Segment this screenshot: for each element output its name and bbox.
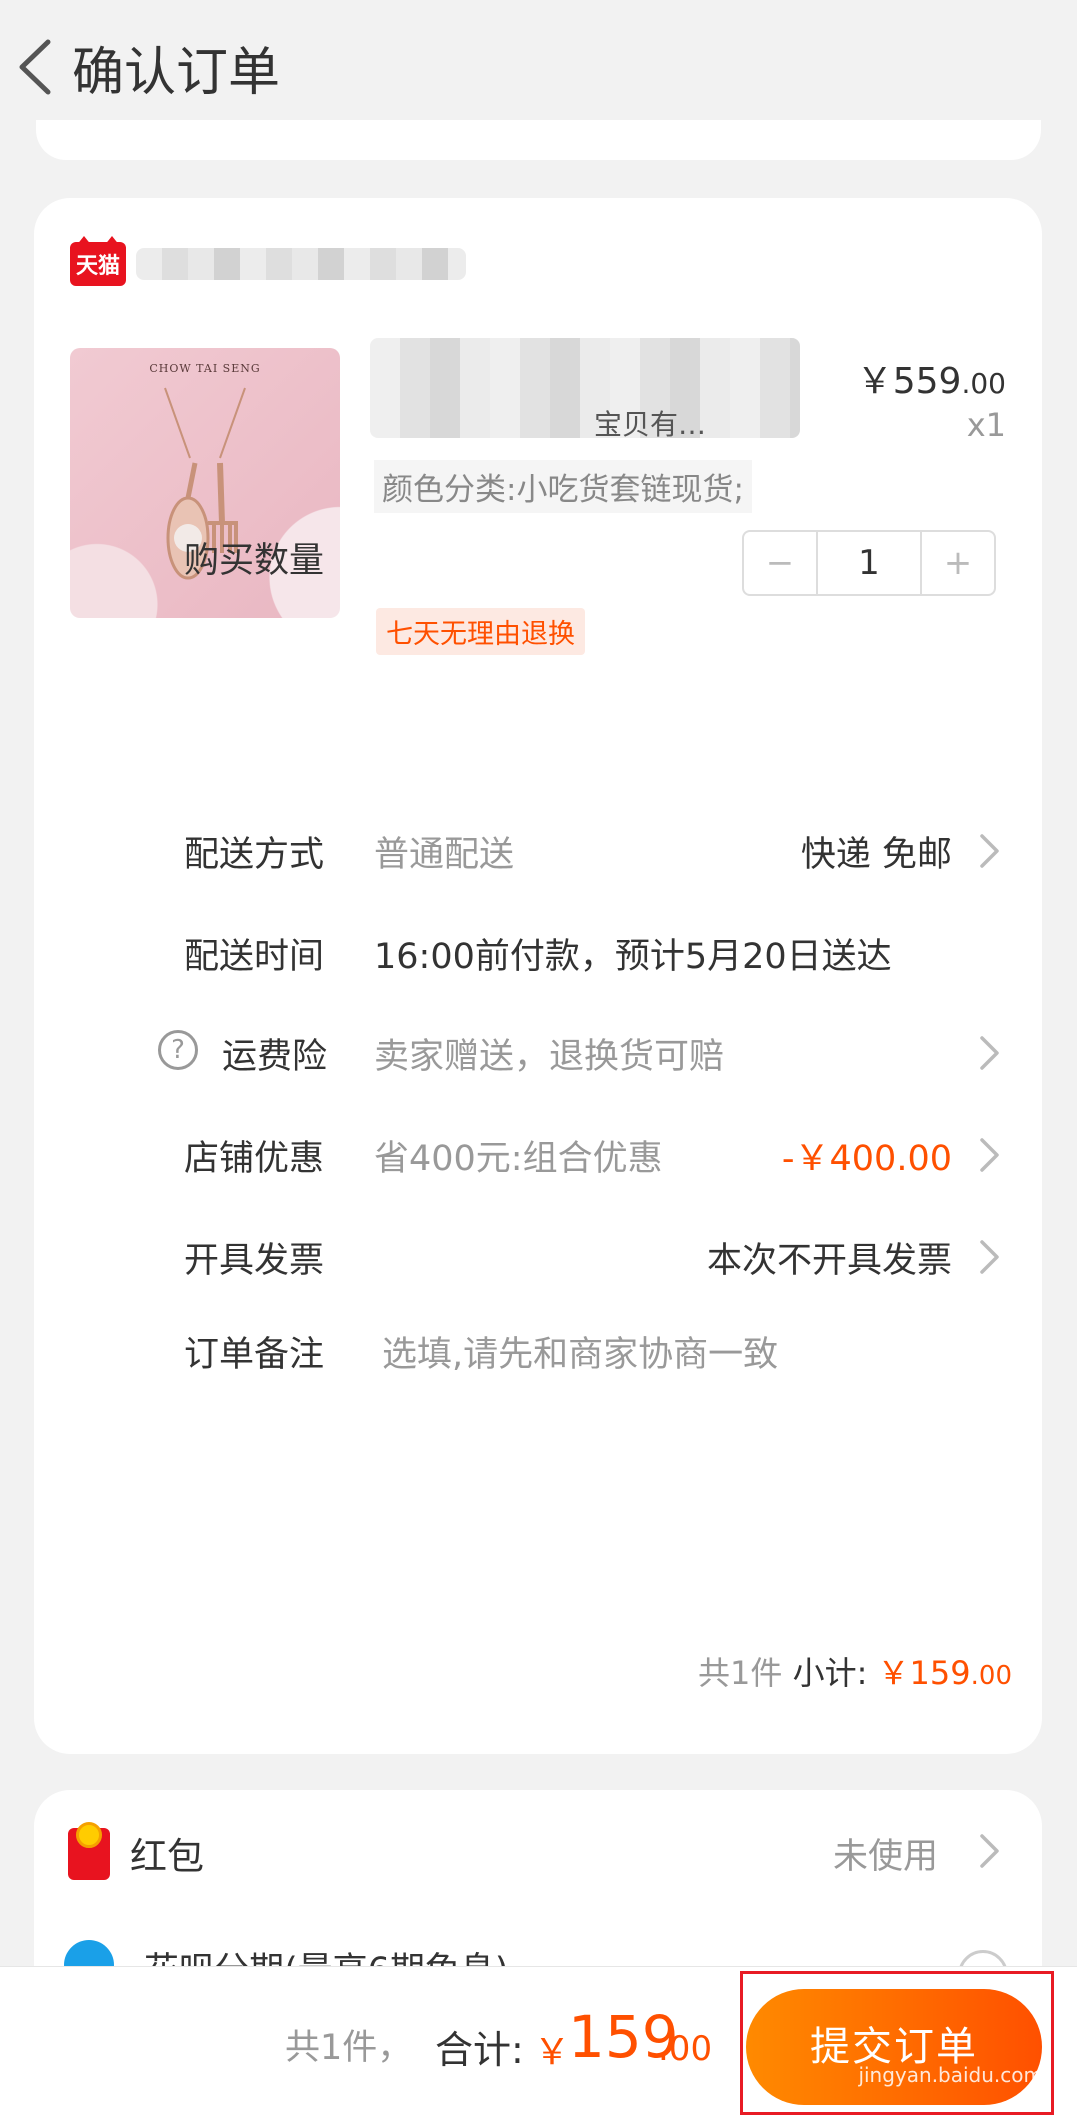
product-price: ￥559.00 (857, 352, 1006, 404)
quantity-label: 购买数量 (184, 541, 325, 581)
previous-card-edge (36, 120, 1041, 160)
watermark: jingyan.baidu.com (858, 2063, 1043, 2087)
submit-order-button[interactable]: 提交订单 (746, 1989, 1042, 2105)
invoice-label: 开具发票 (184, 1241, 325, 1281)
shop-name-blurred[interactable] (136, 248, 466, 280)
chevron-right-icon (980, 1240, 999, 1274)
return-policy-tag: 七天无理由退换 (376, 608, 585, 655)
back-arrow-icon[interactable] (14, 38, 58, 96)
order-remark-input[interactable]: 选填,请先和商家协商一致 (382, 1326, 778, 1377)
increase-button[interactable]: + (922, 532, 994, 594)
delivery-method-row[interactable]: 配送方式 普通配送 快递 免邮 (34, 808, 1042, 888)
red-packet-row[interactable]: 红包 未使用 (34, 1790, 1042, 1910)
red-packet-icon (68, 1822, 110, 1880)
subtotal-amount: ￥159 (877, 1654, 971, 1692)
product-title-tail: 宝贝有… (594, 408, 707, 441)
delivery-method-value: 普通配送 (374, 835, 515, 875)
store-discount-value: 省400元:组合优惠 (374, 1139, 663, 1179)
order-remark-row: 订单备注 选填,请先和商家协商一致 (34, 1308, 1042, 1388)
invoice-row[interactable]: 开具发票 本次不开具发票 (34, 1214, 1042, 1294)
quantity-stepper: − 1 + (742, 530, 996, 596)
red-packet-label: 红包 (130, 1835, 204, 1878)
total-currency: ￥ (534, 2032, 571, 2073)
delivery-method-right: 快递 免邮 (800, 835, 952, 875)
price-decimal: .00 (961, 367, 1006, 400)
shipping-insurance-row[interactable]: ? 运费险 卖家赠送，退换货可赔 (34, 1010, 1042, 1090)
delivery-time-value: 16:00前付款，预计5月20日送达 (374, 937, 892, 977)
invoice-value: 本次不开具发票 (706, 1241, 952, 1281)
product-quantity: x1 (966, 406, 1006, 444)
shipping-insurance-label: 运费险 (222, 1037, 328, 1077)
price-main: ￥559 (856, 361, 962, 402)
chevron-right-icon (980, 1036, 999, 1070)
store-discount-label: 店铺优惠 (184, 1139, 325, 1179)
chevron-right-icon (980, 1834, 999, 1868)
page-title: 确认订单 (72, 43, 281, 103)
bottom-bar: 共1件， 合计: ￥ 159 .00 提交订单 jingyan.baidu.co… (0, 1966, 1077, 2117)
subtotal-count: 共1件 (698, 1654, 783, 1692)
subtotal-label: 小计: (792, 1654, 868, 1692)
store-discount-row[interactable]: 店铺优惠 省400元:组合优惠 -￥400.00 (34, 1112, 1042, 1192)
delivery-time-label: 配送时间 (184, 937, 325, 977)
product-sku: 颜色分类:小吃货套链现货; (374, 460, 752, 513)
tmall-logo-icon: 天猫 (70, 236, 126, 286)
total-decimal: .00 (658, 2029, 713, 2069)
quantity-row: 购买数量 − 1 + (34, 518, 1042, 598)
total-count: 共1件， (285, 2028, 413, 2068)
subtotal-decimal: .00 (970, 1661, 1012, 1691)
total-label: 合计: (435, 2028, 524, 2072)
red-packet-status: 未使用 (832, 1837, 938, 1877)
order-card: 天猫 CHOW TAI SENG 宝贝有… 颜色分类:小吃货套链现货; ￥559… (34, 198, 1042, 1754)
chevron-right-icon (980, 1138, 999, 1172)
delivery-method-label: 配送方式 (184, 835, 325, 875)
chevron-right-icon (980, 834, 999, 868)
product-title-blurred[interactable] (370, 338, 800, 438)
order-remark-label: 订单备注 (184, 1335, 325, 1375)
quantity-value[interactable]: 1 (816, 532, 922, 594)
help-icon[interactable]: ? (158, 1030, 198, 1070)
store-discount-amount: -￥400.00 (781, 1139, 952, 1179)
decrease-button[interactable]: − (744, 532, 816, 594)
delivery-time-row: 配送时间 16:00前付款，预计5月20日送达 (34, 910, 1042, 990)
subtotal: 共1件 小计: ￥159.00 (698, 1648, 1012, 1694)
header-bar: 确认订单 (0, 0, 1077, 130)
shipping-insurance-value: 卖家赠送，退换货可赔 (374, 1037, 725, 1077)
